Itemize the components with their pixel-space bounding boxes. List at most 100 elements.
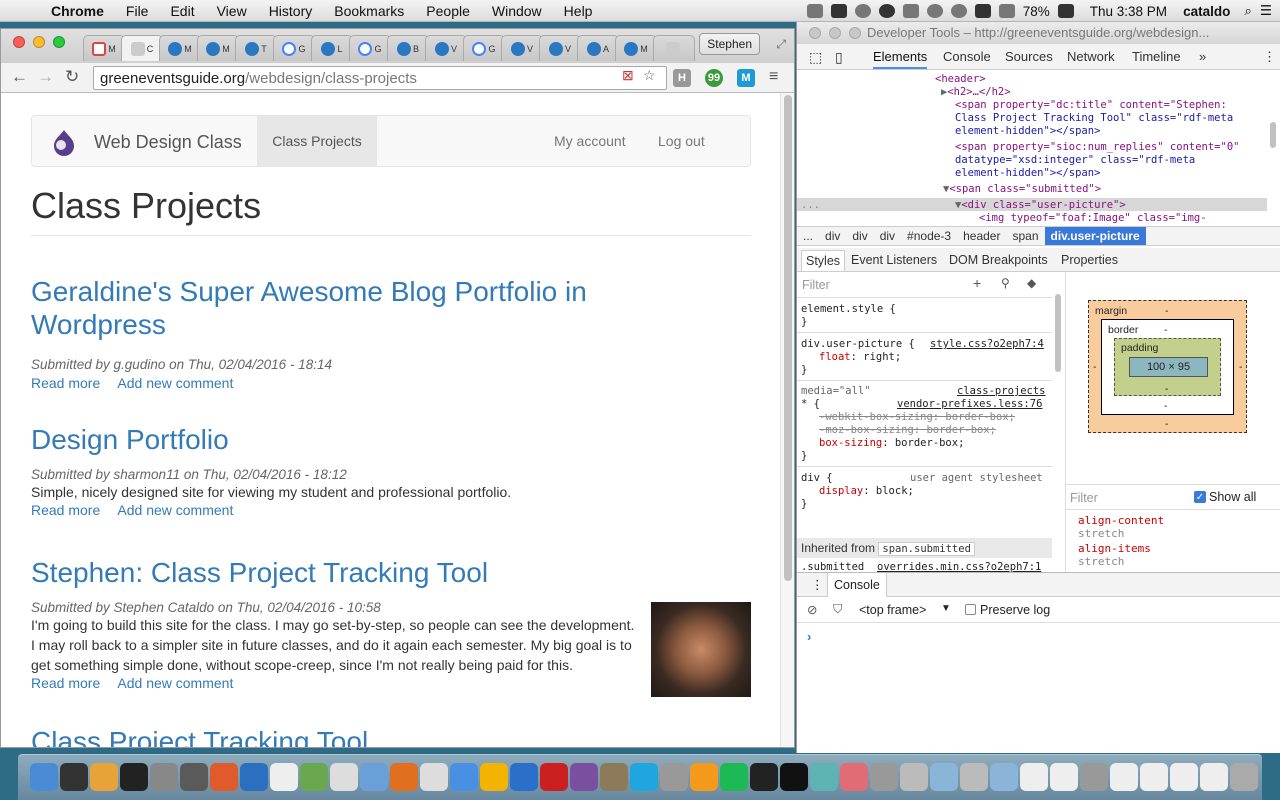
dom-node-span[interactable]: <span property="sioc:num_replies" conten… <box>955 141 1239 154</box>
read-more-link[interactable]: Read more <box>31 375 100 391</box>
rule-property[interactable]: box-sizing: border-box; <box>819 437 964 449</box>
computed-property[interactable]: align-items stretch <box>1078 542 1151 568</box>
dom-node-span-submitted[interactable]: ▼<span class="submitted"> <box>943 183 1101 196</box>
preserve-log-checkbox[interactable] <box>965 604 976 615</box>
firefox-icon[interactable] <box>390 763 418 791</box>
tab-elements[interactable]: Elements <box>873 49 928 69</box>
window-close-button[interactable] <box>13 36 25 48</box>
google-drive-icon[interactable] <box>480 763 508 791</box>
document-icon[interactable] <box>1170 763 1198 791</box>
wunderlist-icon[interactable] <box>210 763 238 791</box>
weather-icon[interactable] <box>90 763 118 791</box>
document-icon[interactable] <box>1110 763 1138 791</box>
breadcrumb-item[interactable]: header <box>957 229 1006 243</box>
notification-center-icon[interactable]: ☰ <box>1260 3 1272 19</box>
ibooks-icon[interactable] <box>690 763 718 791</box>
breadcrumb-item[interactable]: span <box>1006 229 1044 243</box>
read-more-link[interactable]: Read more <box>31 502 100 518</box>
tab-network[interactable]: Network <box>1067 49 1115 64</box>
browser-tab[interactable]: T <box>235 35 277 61</box>
dom-node-span[interactable]: <span property="dc:title" content="Steph… <box>955 99 1227 112</box>
user-picture[interactable] <box>651 602 751 697</box>
drawer-menu-icon[interactable]: ⋮ <box>811 577 824 592</box>
drawer-tab-console[interactable]: Console <box>827 573 887 597</box>
device-mode-icon[interactable]: ▯ <box>835 49 843 66</box>
unknown-app-icon[interactable] <box>660 763 688 791</box>
spotlight-icon[interactable]: ⌕ <box>1244 3 1252 19</box>
messages-icon[interactable] <box>950 4 967 18</box>
unknown-app-icon[interactable] <box>1080 763 1108 791</box>
folder-icon[interactable] <box>990 763 1018 791</box>
breadcrumb-item[interactable]: #node-3 <box>901 229 957 243</box>
dom-node-h2[interactable]: ▶<h2>…</h2> <box>941 86 1011 99</box>
rule-selector[interactable]: div.user-picture { <box>801 338 915 350</box>
folder-icon[interactable] <box>930 763 958 791</box>
blocked-icon[interactable] <box>854 4 871 18</box>
browser-tab[interactable]: V <box>539 35 581 61</box>
browser-tab[interactable]: L <box>311 35 353 61</box>
scrollbar-thumb[interactable] <box>784 95 792 581</box>
terminal-icon[interactable] <box>780 763 808 791</box>
window-zoom-button[interactable] <box>53 36 65 48</box>
browser-tab[interactable]: A <box>577 35 619 61</box>
rule-source-link[interactable]: vendor-prefixes.less:76 <box>897 398 1042 410</box>
elements-scrollbar[interactable] <box>1270 122 1276 148</box>
trash-icon[interactable] <box>1230 763 1258 791</box>
browser-tab[interactable]: V <box>501 35 543 61</box>
read-more-link[interactable]: Read more <box>31 675 100 691</box>
itunes-icon[interactable] <box>420 763 448 791</box>
console-app-icon[interactable] <box>120 763 148 791</box>
rule-property[interactable]: float: right; <box>819 351 901 363</box>
element-style-selector[interactable]: element.style { <box>801 303 896 315</box>
browser-tab[interactable] <box>653 35 695 61</box>
wired-icon[interactable] <box>902 4 919 18</box>
dom-node-header[interactable]: <header> <box>935 73 986 86</box>
battery-percent[interactable]: 78% <box>1023 4 1050 19</box>
breadcrumb-selected[interactable]: div.user-picture <box>1044 227 1146 245</box>
rule-selector[interactable]: div { <box>801 472 833 484</box>
disk-icon[interactable] <box>900 763 928 791</box>
tab-timeline[interactable]: Timeline <box>1132 49 1181 64</box>
extension-quote-icon[interactable]: 99 <box>705 69 723 87</box>
chevron-down-icon[interactable]: ▼ <box>941 603 951 614</box>
filter-icon[interactable]: ⛉ <box>833 602 842 617</box>
styles-filter-input[interactable]: Filter <box>802 278 830 292</box>
tor-icon[interactable] <box>570 763 598 791</box>
menu-bookmarks[interactable]: Bookmarks <box>323 3 415 19</box>
rule-selector[interactable]: .submitted <box>801 561 864 572</box>
node-title-link[interactable]: Geraldine's Super Awesome Blog Portfolio… <box>31 275 751 341</box>
kindle-icon[interactable] <box>750 763 778 791</box>
dropbox-icon[interactable] <box>830 4 847 18</box>
fullscreen-icon[interactable]: ⤢ <box>776 37 786 52</box>
chrome-menu-icon[interactable]: ≡ <box>769 68 778 86</box>
add-comment-link[interactable]: Add new comment <box>117 675 233 691</box>
tab-properties[interactable]: Properties <box>1061 253 1118 267</box>
nav-log-out[interactable]: Log out <box>658 133 705 149</box>
browser-tab[interactable]: G <box>463 35 505 61</box>
node-title-link[interactable]: Design Portfolio <box>31 423 751 456</box>
rule-property[interactable]: display: block; <box>819 485 914 497</box>
tab-event-listeners[interactable]: Event Listeners <box>851 253 937 267</box>
atom-icon[interactable] <box>810 763 838 791</box>
color-format-icon[interactable]: ◆ <box>1027 276 1036 290</box>
bookmark-star-icon[interactable]: ☆ <box>643 67 656 84</box>
evernote-icon[interactable] <box>878 4 895 18</box>
download-icon[interactable] <box>806 4 823 18</box>
forward-button[interactable]: → <box>37 67 54 87</box>
unknown-app-icon[interactable] <box>870 763 898 791</box>
dom-node-img[interactable]: <img typeof="foaf:Image" class="img- <box>979 212 1207 225</box>
gimp-icon[interactable] <box>600 763 628 791</box>
browser-tab[interactable]: M <box>197 35 239 61</box>
user-name[interactable]: cataldo <box>1183 4 1230 19</box>
time-machine-icon[interactable] <box>926 4 943 18</box>
show-all-toggle[interactable]: ✓ Show all <box>1194 490 1256 504</box>
preview-icon[interactable] <box>360 763 388 791</box>
menu-view[interactable]: View <box>206 3 258 19</box>
document-icon[interactable] <box>1020 763 1048 791</box>
rule-media-source[interactable]: class-projects <box>957 385 1046 397</box>
clock[interactable]: Thu 3:38 PM <box>1090 4 1167 19</box>
skype-icon[interactable] <box>630 763 658 791</box>
node-title-link[interactable]: Stephen: Class Project Tracking Tool <box>31 556 751 589</box>
stickies-icon[interactable] <box>270 763 298 791</box>
dom-node-user-picture[interactable]: ▼<div class="user-picture"> <box>955 199 1126 212</box>
